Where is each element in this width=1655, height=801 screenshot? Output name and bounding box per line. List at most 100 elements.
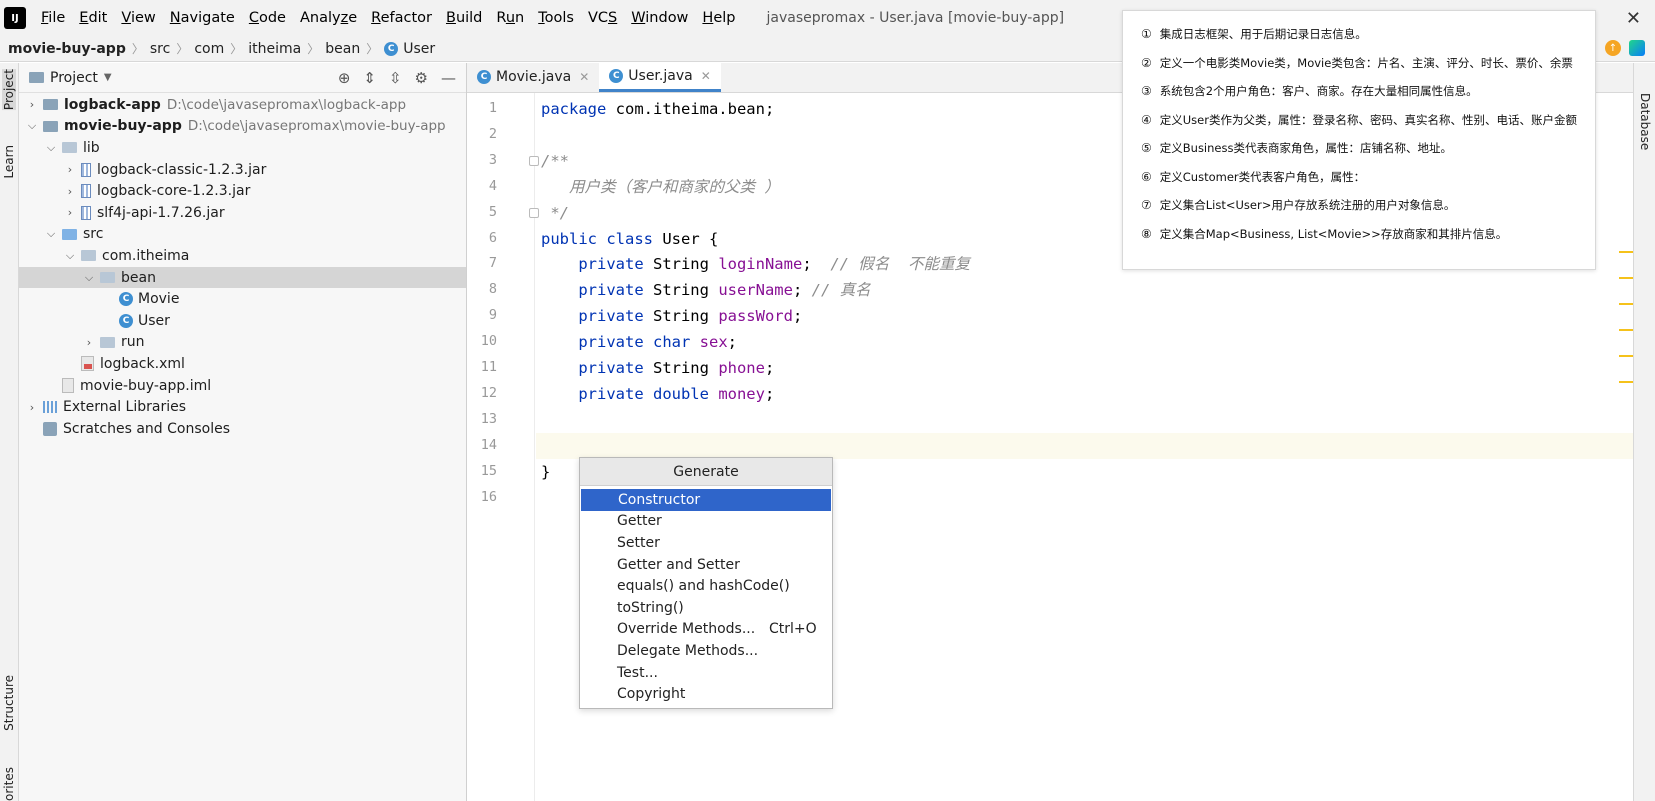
- breadcrumb-item[interactable]: itheima: [248, 41, 301, 57]
- tab-learn-tool[interactable]: Learn: [2, 145, 16, 179]
- tree-item-logback-classic-1-2-3-jar[interactable]: › logback-classic-1.2.3.jar: [19, 159, 466, 181]
- chevron-right-icon[interactable]: ›: [63, 185, 77, 198]
- warning-marker[interactable]: [1619, 381, 1633, 383]
- code-line[interactable]: private char sex;: [536, 329, 1633, 355]
- code-line[interactable]: private String passWord;: [536, 303, 1633, 329]
- tree-item-slf4j-api-1-7-26-jar[interactable]: › slf4j-api-1.7.26.jar: [19, 202, 466, 224]
- generate-option-label: equals() and hashCode(): [617, 578, 790, 595]
- tree-item-scratches-and-consoles[interactable]: Scratches and Consoles: [19, 418, 466, 440]
- tree-item-src[interactable]: ⌵ src: [19, 224, 466, 246]
- generate-option-label: Test...: [617, 664, 658, 681]
- code-line[interactable]: private String phone;: [536, 355, 1633, 381]
- menu-build[interactable]: Build: [446, 10, 482, 26]
- chevron-right-icon[interactable]: ›: [25, 401, 39, 414]
- tab-movie-java[interactable]: C Movie.java ✕: [467, 62, 599, 92]
- close-icon[interactable]: ✕: [1626, 8, 1641, 29]
- warning-marker[interactable]: [1619, 329, 1633, 331]
- chevron-down-icon[interactable]: ⌵: [44, 227, 58, 241]
- gear-icon[interactable]: ⚙: [415, 69, 428, 87]
- menu-navigate[interactable]: Navigate: [170, 10, 235, 26]
- project-panel-title[interactable]: Project: [50, 70, 98, 86]
- breadcrumb-item[interactable]: bean: [325, 41, 360, 57]
- tree-item-bean[interactable]: ⌵ bean: [19, 266, 466, 289]
- tab-user-java[interactable]: C User.java ✕: [599, 62, 721, 92]
- generate-option-delegate-methods[interactable]: Delegate Methods...: [580, 640, 832, 662]
- locate-icon[interactable]: ⊕: [338, 69, 351, 87]
- chevron-right-icon[interactable]: ›: [63, 163, 77, 176]
- module-folder-icon: [43, 120, 58, 132]
- generate-option-label: Constructor: [618, 491, 701, 508]
- code-line[interactable]: private double money;: [536, 381, 1633, 407]
- tree-item-user[interactable]: C User: [19, 310, 466, 332]
- chevron-right-icon[interactable]: ›: [63, 206, 77, 219]
- hide-icon[interactable]: —: [441, 69, 456, 87]
- chevron-down-icon[interactable]: ⌵: [82, 271, 96, 285]
- tab-project-tool[interactable]: Project: [2, 69, 16, 111]
- tree-item-movie-buy-app[interactable]: ⌵ movie-buy-app D:\code\javasepromax\movie…: [19, 116, 466, 138]
- chevron-down-icon[interactable]: ⌵: [25, 119, 39, 133]
- generate-option-override-methods[interactable]: Override Methods... Ctrl+O: [580, 619, 832, 641]
- tree-item-logback-core-1-2-3-jar[interactable]: › logback-core-1.2.3.jar: [19, 180, 466, 202]
- tree-item-movie-buy-app-iml[interactable]: movie-buy-app.iml: [19, 375, 466, 397]
- menu-edit[interactable]: Edit: [79, 10, 107, 26]
- tree-item-run[interactable]: › run: [19, 332, 466, 354]
- menu-help[interactable]: Help: [702, 10, 735, 26]
- generate-option-getter-and-setter[interactable]: Getter and Setter: [580, 554, 832, 576]
- generate-option-test[interactable]: Test...: [580, 662, 832, 684]
- note-item: ③ 系统包含2个用户角色：客户、商家。存在大量相同属性信息。: [1141, 77, 1595, 106]
- note-item: ⑥ 定义Customer类代表客户角色，属性：: [1141, 163, 1595, 192]
- generate-option-constructor[interactable]: Constructor: [581, 489, 831, 511]
- code-token: package: [541, 100, 607, 118]
- menu-refactor[interactable]: Refactor: [371, 10, 432, 26]
- expand-all-icon[interactable]: ⇕: [363, 69, 376, 87]
- menu-view[interactable]: View: [121, 10, 155, 26]
- update-icon[interactable]: ↑: [1605, 40, 1621, 56]
- chevron-down-icon[interactable]: ⌵: [63, 249, 77, 263]
- library-icon: [43, 401, 57, 414]
- chevron-right-icon[interactable]: ›: [82, 336, 96, 349]
- tree-item-label: movie-buy-app: [64, 118, 182, 135]
- menu-file[interactable]: File: [41, 10, 65, 26]
- tree-item-logback-xml[interactable]: logback.xml: [19, 353, 466, 375]
- collapse-all-icon[interactable]: ⇳: [389, 69, 402, 87]
- breadcrumb-item[interactable]: C User: [384, 41, 435, 57]
- toolbox-icon[interactable]: [1629, 40, 1645, 56]
- generate-option-setter[interactable]: Setter: [580, 532, 832, 554]
- warning-marker[interactable]: [1619, 303, 1633, 305]
- code-line[interactable]: [536, 407, 1633, 433]
- menu-analyze[interactable]: Analyze: [300, 10, 357, 26]
- menu-tools[interactable]: Tools: [538, 10, 574, 26]
- generate-option-getter[interactable]: Getter: [580, 511, 832, 533]
- tab-database-tool[interactable]: Database: [1638, 93, 1652, 150]
- generate-option-equals-and-hashcode[interactable]: equals() and hashCode(): [580, 575, 832, 597]
- menu-window[interactable]: Window: [631, 10, 688, 26]
- warning-marker[interactable]: [1619, 251, 1633, 253]
- tree-item-movie[interactable]: C Movie: [19, 288, 466, 310]
- menu-code[interactable]: Code: [249, 10, 286, 26]
- project-panel-header: Project ▼ ⊕ ⇕ ⇳ ⚙ —: [19, 63, 466, 93]
- tree-item-external-libraries[interactable]: › External Libraries: [19, 396, 466, 418]
- chevron-right-icon[interactable]: ›: [25, 98, 39, 111]
- breadcrumb-item[interactable]: src: [150, 41, 170, 57]
- close-icon[interactable]: ✕: [579, 70, 589, 84]
- note-item: ⑦ 定义集合List<User>用户存放系统注册的用户对象信息。: [1141, 191, 1595, 220]
- chevron-down-icon[interactable]: ⌵: [44, 141, 58, 155]
- tree-item-lib[interactable]: ⌵ lib: [19, 137, 466, 159]
- chevron-down-icon[interactable]: ▼: [104, 72, 112, 83]
- warning-marker[interactable]: [1619, 355, 1633, 357]
- code-line[interactable]: [536, 432, 1633, 459]
- menu-vcs[interactable]: VCS: [588, 10, 617, 26]
- code-line[interactable]: private String userName; // 真名: [536, 277, 1633, 303]
- breadcrumb-item[interactable]: com: [194, 41, 224, 57]
- generate-option-tostring[interactable]: toString(): [580, 597, 832, 619]
- tree-item-com-itheima[interactable]: ⌵ com.itheima: [19, 245, 466, 267]
- warning-marker[interactable]: [1619, 277, 1633, 279]
- breadcrumb-item[interactable]: movie-buy-app: [8, 41, 126, 57]
- generate-option-copyright[interactable]: Copyright: [580, 683, 832, 705]
- close-icon[interactable]: ✕: [701, 69, 711, 83]
- tab-favorites-tool[interactable]: Favorites: [2, 767, 16, 801]
- tree-item-logback-app[interactable]: › logback-app D:\code\javasepromax\logback…: [19, 94, 466, 116]
- tab-structure-tool[interactable]: Structure: [2, 675, 16, 731]
- menu-run[interactable]: Run: [496, 10, 524, 26]
- code-token: */: [541, 203, 569, 222]
